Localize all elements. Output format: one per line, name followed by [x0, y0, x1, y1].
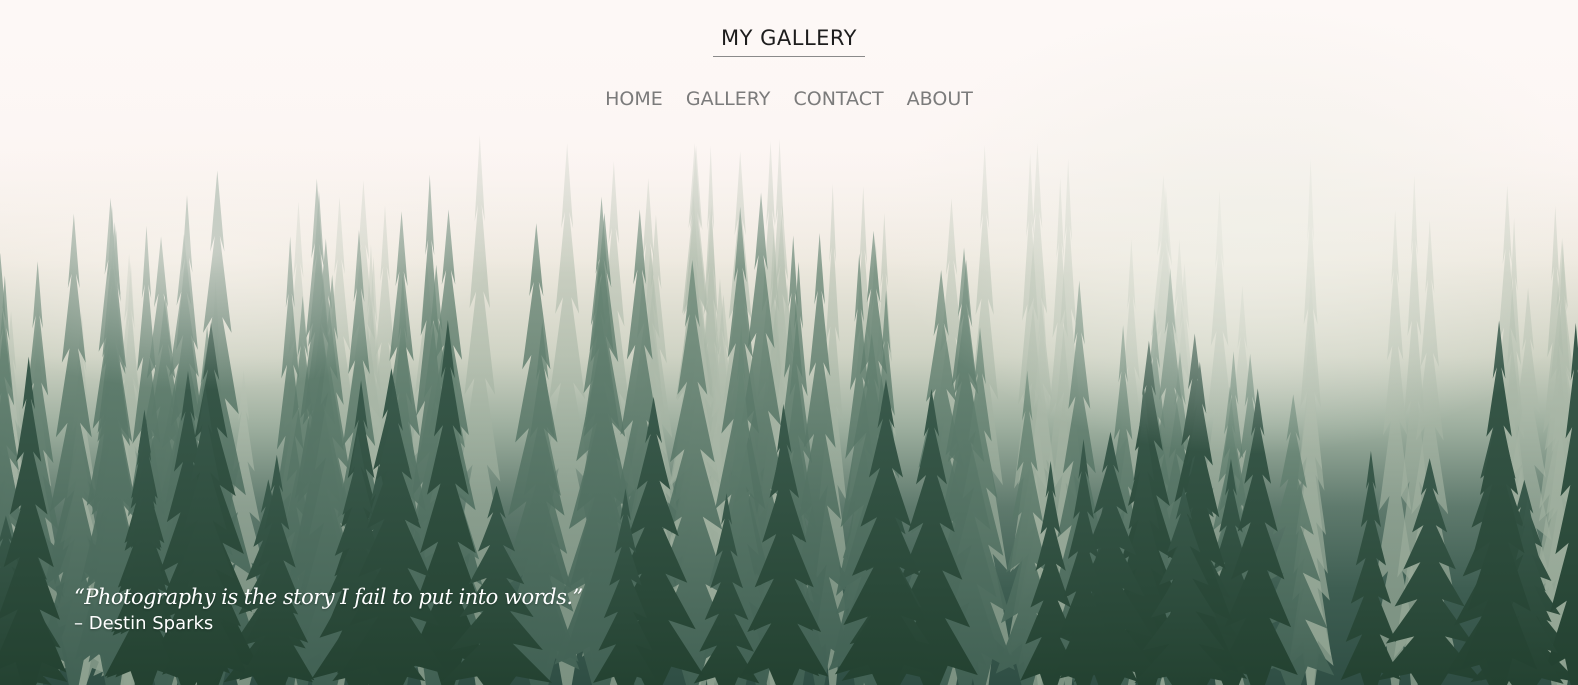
hero-quote: “Photography is the story I fail to put …	[74, 584, 583, 636]
nav-about-link[interactable]: ABOUT	[907, 88, 973, 110]
quote-text: “Photography is the story I fail to put …	[74, 585, 583, 609]
main-nav: HOME GALLERY CONTACT ABOUT	[0, 88, 1578, 110]
site-header: MY GALLERY	[0, 24, 1578, 57]
quote-author: – Destin Sparks	[74, 613, 214, 634]
hero-section: MY GALLERY HOME GALLERY CONTACT ABOUT “P…	[0, 0, 1578, 685]
site-title[interactable]: MY GALLERY	[712, 24, 865, 57]
nav-home-link[interactable]: HOME	[605, 88, 663, 110]
nav-contact-link[interactable]: CONTACT	[793, 88, 883, 110]
nav-gallery-link[interactable]: GALLERY	[686, 88, 771, 110]
